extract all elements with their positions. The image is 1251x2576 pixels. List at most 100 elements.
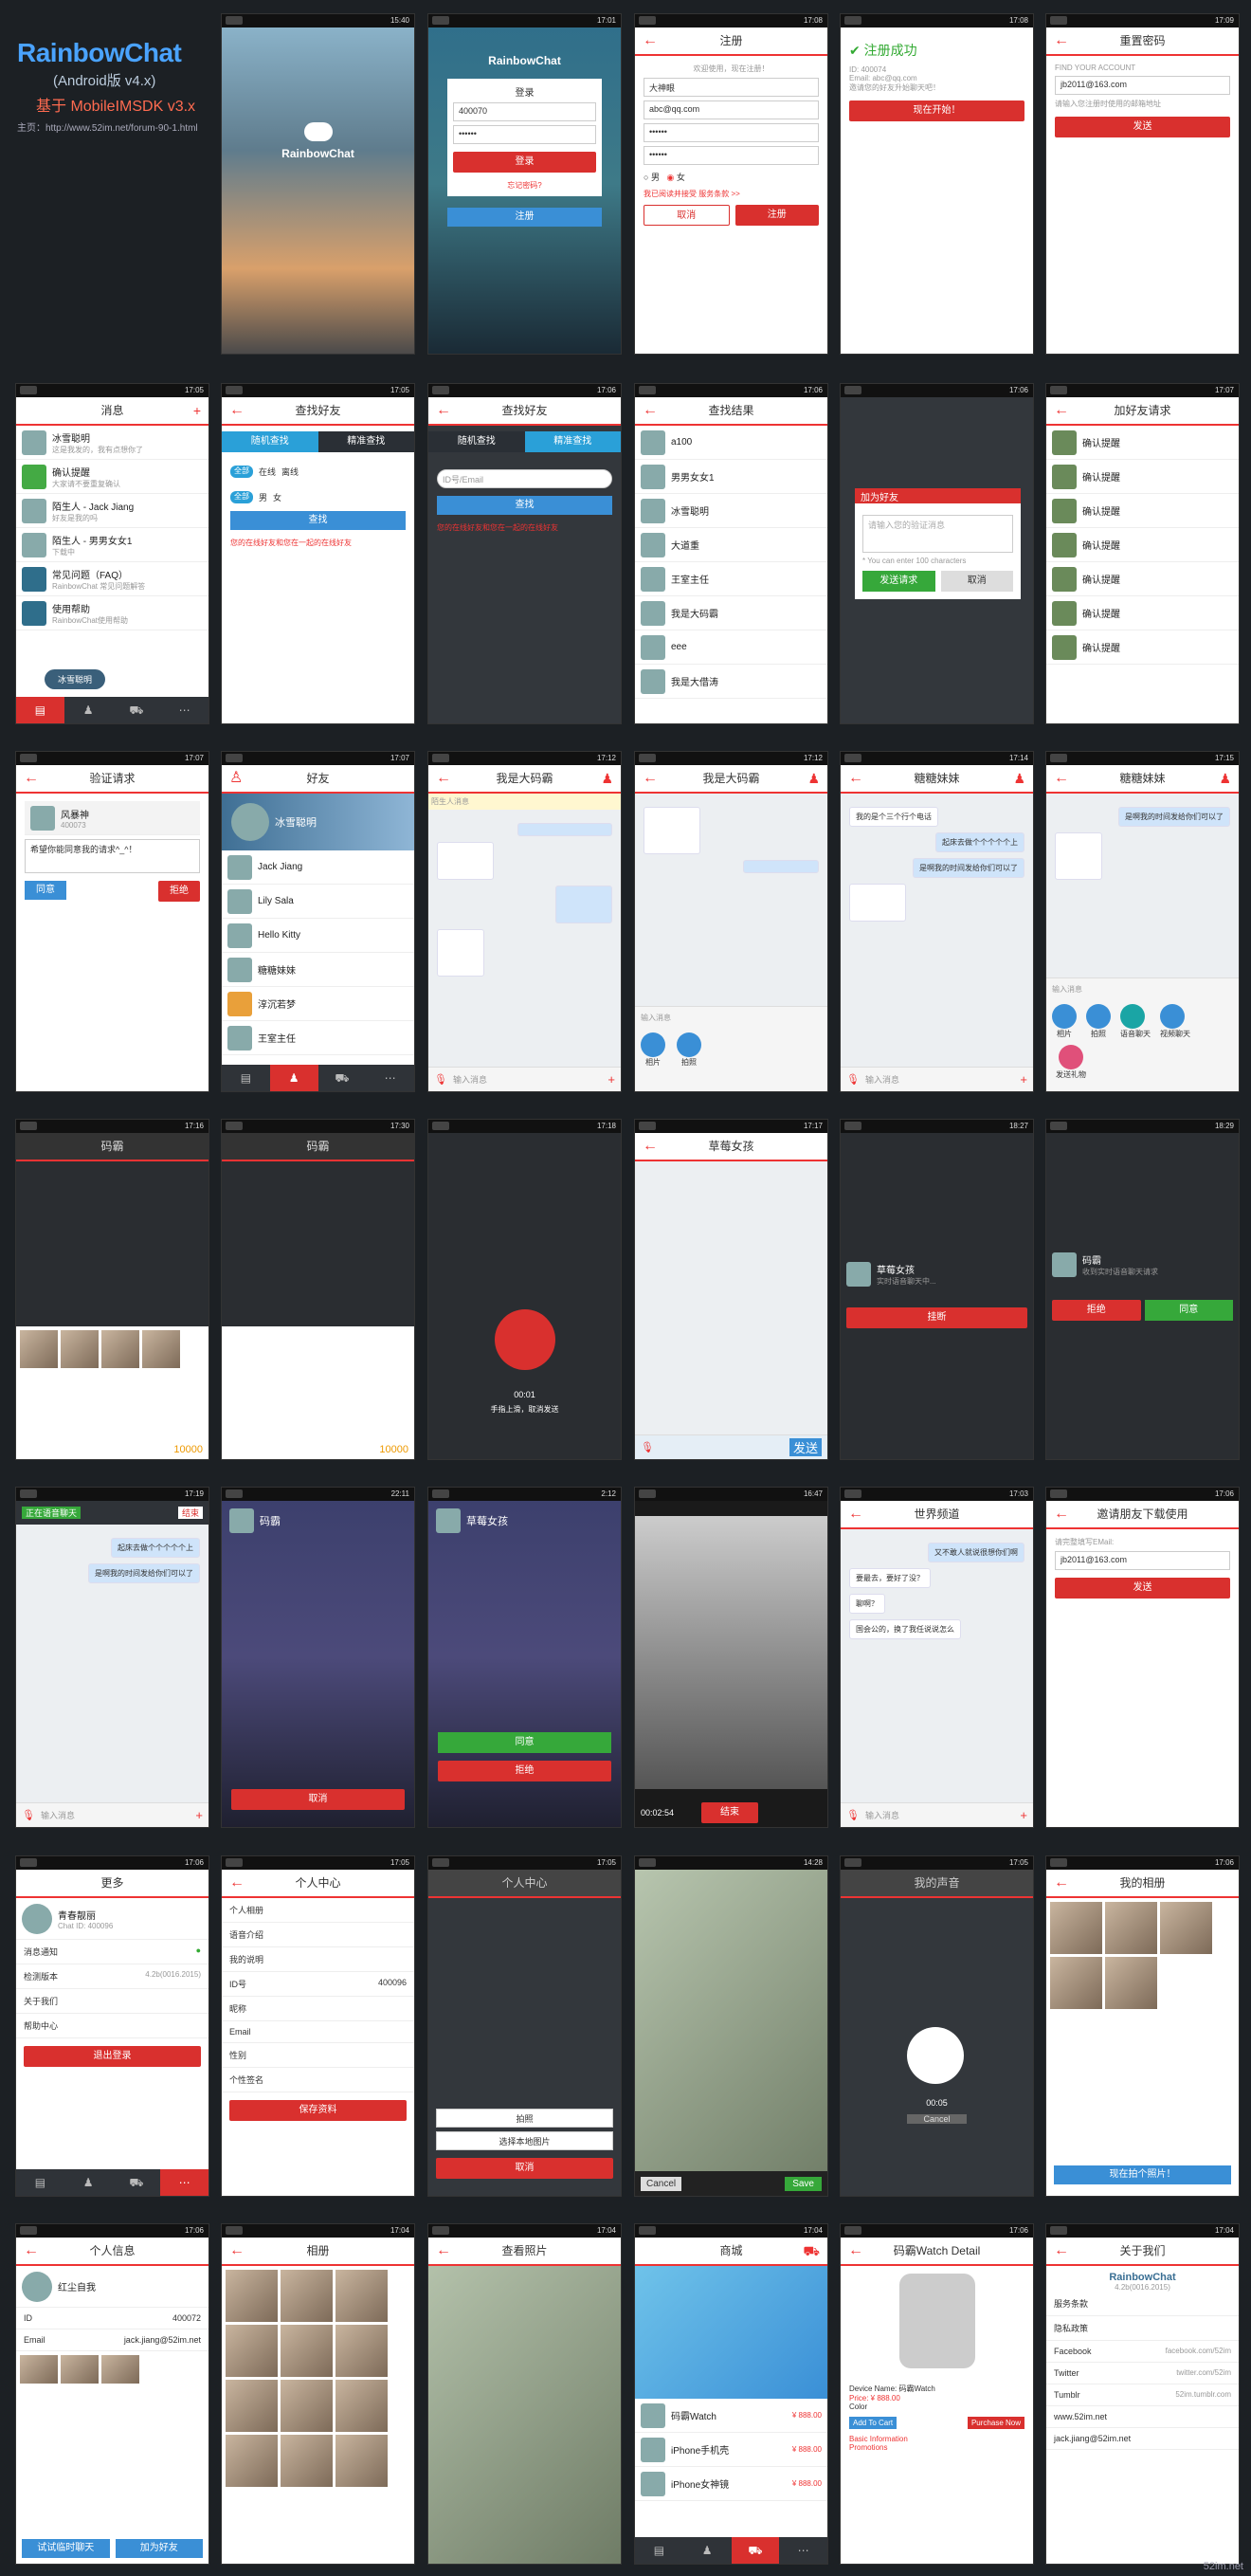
start-button[interactable]: 现在开始！ bbox=[849, 100, 1024, 121]
hangup-button[interactable]: 挂断 bbox=[846, 1307, 1027, 1328]
cancel-button[interactable]: 取消 bbox=[644, 205, 730, 226]
agree-button[interactable]: 同意 bbox=[25, 881, 66, 900]
banner[interactable] bbox=[635, 2266, 827, 2399]
add-cart-button[interactable]: Add To Cart bbox=[849, 2417, 897, 2429]
mic-icon[interactable]: 🎙 bbox=[641, 1441, 654, 1453]
tab-messages[interactable]: ▤ bbox=[16, 697, 64, 723]
camera-icon[interactable] bbox=[677, 1032, 701, 1057]
tab-exact[interactable]: 精准查找 bbox=[524, 431, 621, 452]
list-item[interactable]: 我是大码霸 bbox=[635, 596, 827, 630]
back-icon[interactable]: ← bbox=[1054, 27, 1069, 54]
add-friend-button[interactable]: 加为好友 bbox=[115, 2539, 203, 2558]
take-photo-button[interactable]: 现在拍个照片！ bbox=[1054, 2165, 1231, 2184]
video-icon[interactable] bbox=[1160, 1004, 1185, 1029]
list-item[interactable]: 确认提醒 bbox=[1046, 460, 1239, 494]
save-button[interactable]: Save bbox=[785, 2176, 822, 2191]
photo-icon[interactable] bbox=[641, 1032, 665, 1057]
back-icon[interactable]: ← bbox=[848, 765, 863, 792]
list-item[interactable]: 我是大借涛 bbox=[635, 665, 827, 699]
product-item[interactable]: iPhone手机壳 ¥ 888.00 bbox=[635, 2433, 827, 2467]
message-input[interactable]: 输入消息 bbox=[865, 1073, 899, 1086]
verify-message-input[interactable]: 请输入您的验证消息 bbox=[862, 515, 1013, 553]
profile-icon[interactable]: ♟ bbox=[807, 765, 820, 792]
email-input[interactable]: jb2011@163.com bbox=[1055, 76, 1230, 95]
email-input[interactable]: abc@qq.com bbox=[644, 100, 819, 119]
my-card[interactable]: 冰雪聪明 bbox=[222, 794, 414, 850]
cancel-button[interactable]: Cancel bbox=[907, 2114, 967, 2124]
back-icon[interactable]: ← bbox=[436, 2238, 451, 2264]
account-input[interactable]: 400070 bbox=[453, 102, 596, 121]
back-icon[interactable]: ← bbox=[24, 2238, 39, 2264]
tab-messages[interactable]: ▤ bbox=[222, 1065, 270, 1091]
back-icon[interactable]: ← bbox=[1054, 765, 1069, 792]
back-icon[interactable]: ← bbox=[1054, 397, 1069, 424]
setting-item[interactable]: 帮助中心 bbox=[16, 2014, 208, 2038]
product-item[interactable]: 码霸Watch ¥ 888.00 bbox=[635, 2399, 827, 2433]
list-item[interactable]: 确认提醒 bbox=[1046, 528, 1239, 562]
cart-icon[interactable]: ⛟ bbox=[803, 2238, 820, 2264]
register-button[interactable]: 注册 bbox=[447, 208, 602, 227]
radio-female[interactable]: ◉ bbox=[666, 173, 676, 182]
mic-icon[interactable]: 🎙 bbox=[434, 1073, 447, 1086]
back-icon[interactable]: ← bbox=[1054, 2238, 1069, 2264]
profile-icon[interactable]: ♟ bbox=[1013, 765, 1025, 792]
back-icon[interactable]: ← bbox=[848, 2238, 863, 2264]
save-button[interactable]: 保存资料 bbox=[229, 2100, 407, 2121]
email-input[interactable]: jb2011@163.com bbox=[1055, 1551, 1230, 1570]
list-item[interactable]: 王室主任 bbox=[222, 1021, 414, 1055]
back-icon[interactable]: ← bbox=[643, 27, 658, 54]
radio-male[interactable]: ○ bbox=[644, 173, 651, 182]
password-input[interactable]: •••••• bbox=[453, 125, 596, 144]
photo-icon[interactable] bbox=[1052, 1004, 1077, 1029]
back-icon[interactable]: ← bbox=[1054, 1501, 1069, 1527]
list-item[interactable]: 王室主任 bbox=[635, 562, 827, 596]
float-chat[interactable]: 冰雪聪明 bbox=[45, 669, 106, 689]
cancel-button[interactable]: 取消 bbox=[940, 571, 1013, 592]
back-icon[interactable]: ← bbox=[229, 2238, 245, 2264]
list-item[interactable]: Jack Jiang bbox=[222, 850, 414, 885]
tab-friends[interactable]: ♟ bbox=[64, 697, 113, 723]
list-item[interactable]: 使用帮助 RainbowChat使用帮助 bbox=[16, 596, 208, 630]
tab-more[interactable]: ⋯ bbox=[366, 1065, 414, 1091]
profile-icon[interactable]: ♟ bbox=[1219, 765, 1231, 792]
list-item[interactable]: 糖糖妹妹 bbox=[222, 953, 414, 987]
plus-icon[interactable]: + bbox=[1020, 1072, 1027, 1087]
buy-button[interactable]: Purchase Now bbox=[967, 2417, 1024, 2429]
reject-button[interactable]: 拒绝 bbox=[438, 1761, 611, 1781]
home-url[interactable]: 主页：http://www.52im.net/forum-90-1.html bbox=[17, 119, 220, 134]
reject-button[interactable]: 拒绝 bbox=[1052, 1300, 1141, 1321]
back-icon[interactable]: ← bbox=[848, 1501, 863, 1527]
list-item[interactable]: 确认提醒 bbox=[1046, 426, 1239, 460]
find-button[interactable]: 查找 bbox=[230, 511, 406, 530]
phone-icon[interactable] bbox=[1120, 1004, 1145, 1029]
back-icon[interactable]: ← bbox=[229, 1870, 245, 1896]
tab-friends[interactable]: ♟ bbox=[269, 1065, 318, 1091]
end-call-button[interactable]: 结束 bbox=[177, 1507, 203, 1519]
agree-checkbox[interactable]: 我已阅读并接受 服务条款 >> bbox=[644, 189, 819, 199]
list-item[interactable]: eee bbox=[635, 630, 827, 665]
tab-messages[interactable]: ▤ bbox=[16, 2169, 64, 2196]
mic-icon[interactable]: 🎙 bbox=[846, 1073, 860, 1086]
message-input[interactable]: 输入消息 bbox=[453, 1073, 487, 1086]
end-button[interactable]: 结束 bbox=[701, 1802, 758, 1823]
setting-item[interactable]: 消息通知 ● bbox=[16, 1940, 208, 1964]
back-icon[interactable]: ← bbox=[643, 1133, 658, 1160]
tab-friends[interactable]: ♟ bbox=[64, 2169, 113, 2196]
list-item[interactable]: a100 bbox=[635, 426, 827, 460]
send-button[interactable]: 发送 bbox=[1055, 1578, 1230, 1599]
back-icon[interactable]: ← bbox=[643, 397, 658, 424]
message-input[interactable]: 输入消息 bbox=[1052, 984, 1233, 995]
add-icon[interactable]: + bbox=[193, 397, 201, 424]
message-input[interactable]: 输入消息 bbox=[865, 1809, 899, 1821]
reject-button[interactable]: 拒绝 bbox=[158, 881, 200, 902]
cancel-button[interactable]: 取消 bbox=[231, 1789, 405, 1810]
password-confirm-input[interactable]: •••••• bbox=[644, 146, 819, 165]
list-item[interactable]: 大道重 bbox=[635, 528, 827, 562]
tab-more[interactable]: ⋯ bbox=[160, 697, 208, 723]
list-item[interactable]: 确认提醒 bbox=[1046, 494, 1239, 528]
list-item[interactable]: 常见问题（FAQ） RainbowChat 常见问题解答 bbox=[16, 562, 208, 596]
tab-shop[interactable]: ⛟ bbox=[113, 2169, 161, 2196]
profile-icon[interactable]: ♟ bbox=[601, 765, 613, 792]
tab-more[interactable]: ⋯ bbox=[160, 2169, 208, 2196]
login-button[interactable]: 登录 bbox=[453, 152, 596, 173]
